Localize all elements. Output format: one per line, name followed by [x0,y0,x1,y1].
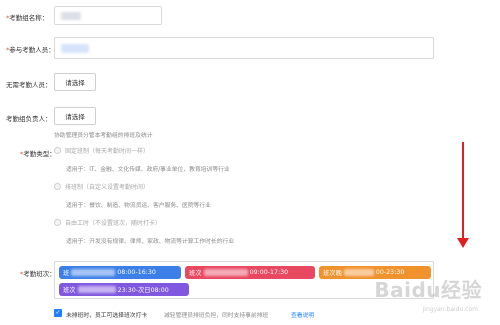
type-option-shift-desc: 适用于：餐饮、制造、物流货运、客户服务、医院等行业 [66,203,211,209]
type-option-fixed-desc: 适用于：IT、金融、文化传媒、政府/事业单位、教育培训等行业 [66,167,230,173]
shift-tag[interactable]: 班次 09:00-17:30 [185,266,315,279]
unscheduled-clockin-label: 未排班时，员工可选择班次打卡 [66,313,148,319]
annotation-arrow-line [462,142,464,239]
owner-hint: 协助管理员分管本考勤组的排班及统计 [54,133,153,139]
redacted-member-chip [61,44,89,53]
redacted-text [61,12,81,20]
type-option-free-desc: 适用于：开发没有规律、律师、家政、物流等计算工作时长的行业 [66,239,235,245]
type-option-fixed-label: 固定班制（每天考勤时间一样） [65,148,150,155]
annotation-arrow-head-icon [457,238,469,248]
shift-tag[interactable]: 班次 23:30-次日08:00 [59,283,189,296]
excluded-select-button[interactable]: 请选择 [54,73,96,91]
group-name-input[interactable] [54,6,162,25]
members-input[interactable] [54,37,434,59]
checkbox-checked-icon[interactable]: ✓ [54,309,62,317]
shift-tag[interactable]: 班 08:00-16:30 [59,266,181,279]
unscheduled-clockin-desc: 减轻管理员排班负担，同时支持事前排班 [164,313,269,319]
type-option-shift-label: 排班制（自定义设置考勤时间） [65,184,150,191]
watermark-sub: jingyan.baidu.com [422,306,478,313]
radio-icon [54,183,61,190]
type-option-fixed[interactable]: 固定班制（每天考勤时间一样） [54,146,149,155]
watermark: Baidu经验 [374,278,482,302]
view-explanation-link[interactable]: 查看说明 [291,310,314,319]
owner-select-button[interactable]: 请选择 [54,107,96,125]
radio-icon [54,219,61,226]
type-option-free-label: 自由工时（不设置班次，随时打卡） [65,220,162,227]
radio-icon [54,147,61,154]
type-option-shift[interactable]: 排班制（自定义设置考勤时间） [54,182,149,191]
type-option-free[interactable]: 自由工时（不设置班次，随时打卡） [54,218,161,227]
